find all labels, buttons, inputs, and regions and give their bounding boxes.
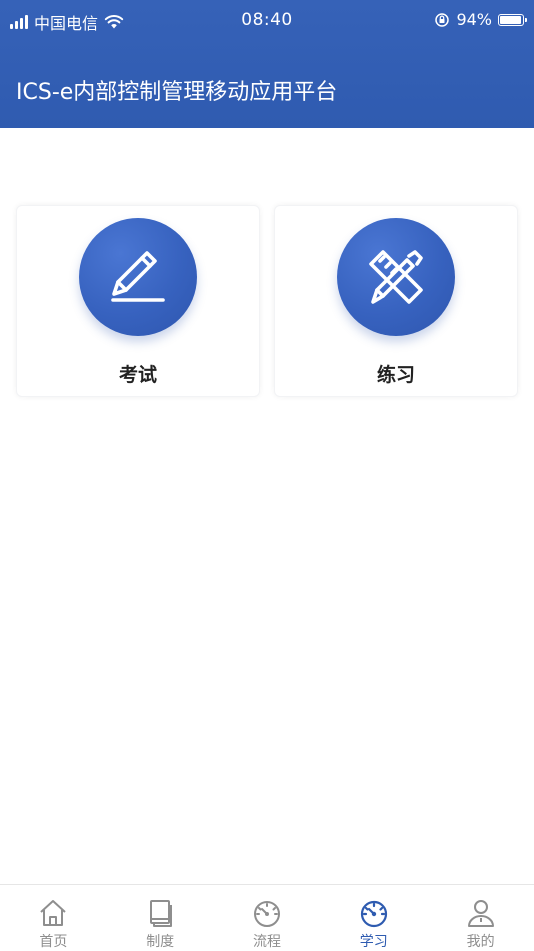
tab-home[interactable]: 首页 [0, 885, 107, 951]
pencil-icon [111, 251, 165, 302]
home-icon [40, 900, 67, 926]
module-cards: 考试 练习 [16, 205, 518, 397]
exam-card[interactable]: 考试 [16, 205, 260, 397]
tab-policy[interactable]: 制度 [107, 885, 214, 951]
status-right: 94% [434, 10, 527, 29]
compass-icon [360, 900, 387, 928]
exam-label: 考试 [118, 364, 157, 386]
tab-study-label: 学习 [359, 934, 388, 950]
user-icon [467, 900, 494, 927]
bottom-tab-bar: 首页 制度 流程 学习 我的 [0, 884, 534, 951]
tab-process[interactable]: 流程 [214, 885, 321, 951]
status-bar: 中国电信 08:40 94% [0, 0, 534, 40]
tab-home-label: 首页 [39, 934, 68, 950]
exam-icon-circle [79, 218, 197, 336]
battery-percent: 94% [456, 10, 492, 29]
page-title: ICS-e内部控制管理移动应用平台 [16, 80, 338, 105]
orientation-lock-icon [435, 12, 450, 27]
battery-icon [498, 13, 527, 26]
tab-policy-label: 制度 [146, 934, 175, 950]
tab-mine[interactable]: 我的 [427, 885, 534, 951]
tab-study[interactable]: 学习 [320, 885, 427, 951]
app-header: 中国电信 08:40 94% ICS-e内部控制管理移动应用平台 [0, 0, 534, 128]
tab-process-label: 流程 [252, 934, 281, 950]
practice-label: 练习 [376, 364, 415, 386]
practice-icon-circle [337, 218, 455, 336]
book-icon [150, 900, 173, 927]
gauge-icon [253, 901, 280, 927]
tab-mine-label: 我的 [466, 934, 495, 950]
pencil-ruler-icon [369, 250, 423, 304]
practice-card[interactable]: 练习 [274, 205, 518, 397]
